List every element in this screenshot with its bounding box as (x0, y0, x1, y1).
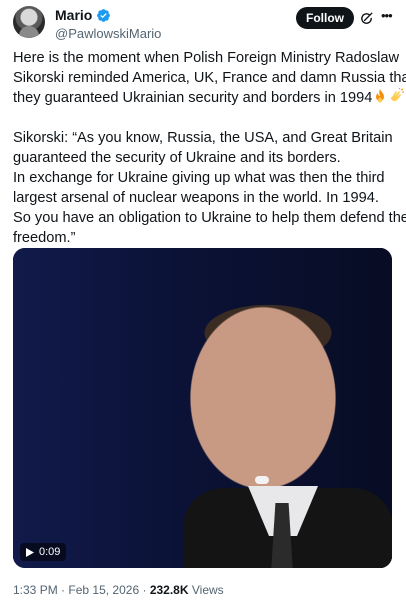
tweet-line: Sikorski: “As you know, Russia, the USA,… (13, 130, 393, 146)
grok-icon[interactable] (359, 11, 374, 26)
video-player[interactable]: 0:09 (13, 248, 392, 568)
tweet-header: Mario @PawlowskiMario Follow ••• (13, 6, 393, 42)
tweet-line: they guaranteed Ukrainian security and b… (13, 88, 405, 108)
author-handle[interactable]: @PawlowskiMario (55, 25, 161, 42)
tweet-line: So you have an obligation to Ukraine to … (13, 210, 406, 226)
tweet-line: Here is the moment when Polish Foreign M… (13, 50, 400, 66)
meta-separator: · (61, 583, 66, 597)
video-duration: 0:09 (39, 546, 61, 558)
tweet-line-text: they guaranteed Ukrainian security and b… (13, 90, 373, 106)
follow-button[interactable]: Follow (296, 7, 354, 29)
tweet-line: In exchange for Ukraine giving up what w… (13, 170, 385, 186)
verified-badge-icon (97, 9, 111, 22)
tweet-line: guaranteed the security of Ukraine and i… (13, 150, 341, 166)
tweet-meta: 1:33 PM · Feb 15, 2026 · 232.8K Views (13, 583, 224, 597)
name-row: Mario (55, 7, 161, 24)
tweet-date[interactable]: Feb 15, 2026 (68, 583, 139, 597)
tweet-line: Sikorski reminded America, UK, France an… (13, 70, 406, 86)
tweet-line: largest arsenal of nuclear weapons in th… (13, 190, 379, 206)
meta-separator: · (142, 583, 147, 597)
display-name[interactable]: Mario (55, 7, 92, 24)
views-count: 232.8K (149, 583, 189, 597)
tweet-text: Here is the moment when Polish Foreign M… (13, 48, 406, 248)
tweet-time[interactable]: 1:33 PM (13, 583, 58, 597)
more-icon[interactable]: ••• (381, 9, 395, 24)
views-label: Views (191, 583, 224, 597)
video-duration-badge[interactable]: 0:09 (20, 543, 67, 561)
play-icon (26, 547, 34, 557)
tweet-line: freedom.” (13, 230, 76, 246)
author-block[interactable]: Mario @PawlowskiMario (55, 7, 161, 42)
video-microphone (255, 476, 269, 484)
clapping-hands-emoji-icon (391, 88, 405, 102)
avatar[interactable] (13, 6, 45, 38)
fire-emoji-icon (376, 89, 385, 103)
